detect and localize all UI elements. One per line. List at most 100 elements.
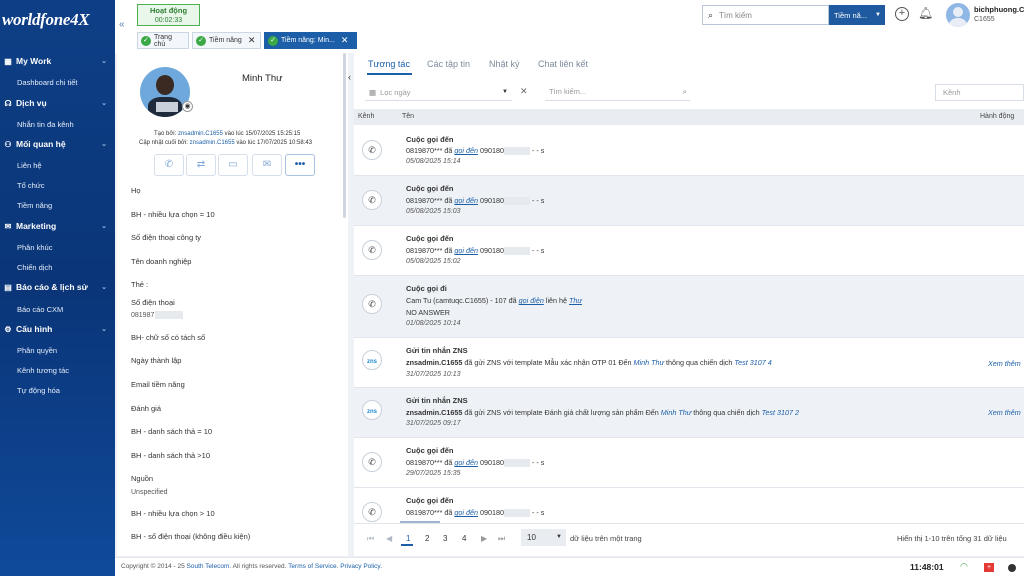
date-filter[interactable]: ▦ Lọc ngày ▼ — [365, 84, 512, 101]
incoming-call-icon: ✆ — [362, 190, 382, 210]
call-link[interactable]: gọi điện — [519, 296, 544, 305]
bell-icon[interactable]: 🔔︎ — [918, 6, 933, 20]
more-actions-button[interactable]: ••• — [285, 154, 315, 176]
nav-section-cau-hinh[interactable]: ⚙ Cấu hình ⌄ — [0, 320, 115, 338]
sidebar-item-phan-khuc[interactable]: Phân khúc — [17, 243, 52, 252]
transfer-button[interactable]: ⇄ — [186, 154, 216, 176]
chat-button[interactable]: ▭ — [218, 154, 248, 176]
table-row[interactable]: ✆ Cuộc gọi đến 0819870*** đã gọi đến 090… — [354, 176, 1024, 226]
sidebar-item-to-chuc[interactable]: Tổ chức — [17, 181, 45, 190]
campaign-link[interactable]: Test 3107 4 — [734, 358, 771, 367]
page-1[interactable]: 1 — [406, 534, 410, 543]
last-page-icon[interactable]: ⏭ — [498, 534, 505, 544]
phone-value-text: 081987 — [131, 311, 155, 319]
prev-page-icon[interactable]: ◀ — [386, 534, 392, 543]
nav-section-marketing[interactable]: ✉ Marketing ⌄ — [0, 217, 115, 235]
nav-section-my-work[interactable]: ▦ My Work ⌄ — [0, 52, 115, 70]
date-filter-placeholder: Lọc ngày — [380, 87, 411, 97]
column-header-name: Tên — [402, 113, 415, 120]
tab-nhat-ky[interactable]: Nhật ký — [489, 59, 520, 69]
table-row[interactable]: ✆ Cuộc gọi đi Cam Tu (camtuqc.C1655) - 1… — [354, 276, 1024, 338]
sidebar-item-lien-he[interactable]: Liên hệ — [17, 161, 42, 170]
source-value[interactable]: Unspecified — [131, 489, 168, 496]
terms-link[interactable]: Terms of Service — [288, 563, 336, 570]
masked-digits — [503, 147, 530, 156]
sidebar-item-phan-quyen[interactable]: Phân quyền — [17, 346, 57, 355]
camera-icon[interactable]: ◉ — [182, 101, 193, 112]
agent-status-badge[interactable]: Hoạt động 00:02:33 — [137, 4, 200, 26]
call-link[interactable]: gọi đến — [454, 508, 478, 517]
tab-tiem-nang-detail[interactable]: ✓ Tiềm năng: Min... ✕ — [264, 32, 357, 49]
phone-value[interactable]: 081987 — [131, 311, 184, 319]
incoming-call-icon: ✆ — [362, 452, 382, 472]
sidebar-item-tu-dong-hoa[interactable]: Tự động hóa — [17, 386, 60, 395]
collapse-panel-icon[interactable]: ‹ — [348, 72, 351, 82]
contact-link[interactable]: Minh Thư — [634, 358, 665, 367]
table-row[interactable]: ✆ Cuộc gọi đến 0819870*** đã gọi đến 090… — [354, 226, 1024, 276]
call-link[interactable]: gọi đến — [454, 246, 478, 255]
panel-scrollbar[interactable] — [343, 53, 346, 218]
channel-filter[interactable]: Kênh — [935, 84, 1024, 101]
table-row[interactable]: ✆ Cuộc gọi đến 0819870*** đã gọi đến 090… — [354, 488, 1024, 523]
record-icon[interactable] — [1008, 564, 1016, 572]
table-row[interactable]: zns Gửi tin nhắn ZNS znsadmin.C1655 đã g… — [354, 388, 1024, 438]
tab-chat-lien-ket[interactable]: Chat liên kết — [538, 59, 588, 69]
table-row[interactable]: ✆ Cuộc gọi đến 0819870*** đã gọi đến 090… — [354, 438, 1024, 488]
contact-link[interactable]: Minh Thư — [661, 408, 692, 417]
sidebar-item-tiem-nang[interactable]: Tiềm năng — [17, 201, 52, 210]
zns-icon: zns — [362, 400, 382, 420]
sidebar-item-bao-cao-cxm[interactable]: Báo cáo CXM — [17, 305, 63, 314]
alert-flag-icon[interactable]: + — [984, 563, 994, 572]
sidebar-item-kenh-tuong-tac[interactable]: Kênh tương tác — [17, 366, 69, 375]
table-row[interactable]: ✆ Cuộc gọi đến 0819870*** đã gọi đến 090… — [354, 126, 1024, 176]
privacy-link[interactable]: Privacy Policy — [340, 563, 380, 570]
company-link[interactable]: South Telecom — [187, 563, 230, 570]
close-icon[interactable]: ✕ — [248, 35, 256, 46]
clear-filter-icon[interactable]: ✕ — [520, 86, 528, 97]
tab-cac-tap-tin[interactable]: Các tập tin — [427, 59, 470, 69]
view-more-link[interactable]: Xem thêm — [988, 408, 1021, 417]
add-icon[interactable]: + — [895, 7, 909, 21]
nav-section-dich-vu[interactable]: ☊ Dịch vụ ⌄ — [0, 94, 115, 112]
global-search-input[interactable]: ⌕ Tìm kiếm — [702, 5, 829, 25]
chevron-down-icon: ⌄ — [101, 100, 107, 107]
close-icon[interactable]: ✕ — [341, 35, 349, 46]
view-more-link[interactable]: Xem thêm — [988, 359, 1021, 368]
user-id: C1655 — [974, 16, 995, 23]
user-name[interactable]: bichphuong.C1 — [974, 5, 1024, 14]
created-by-link[interactable]: znsadmin.C1655 — [178, 131, 223, 137]
sidebar-item-nhan-tin[interactable]: Nhắn tin đa kênh — [17, 120, 74, 129]
page-3[interactable]: 3 — [443, 534, 447, 543]
nav-section-bao-cao[interactable]: ▤ Báo cáo & lịch sử ⌄ — [0, 278, 115, 296]
tab-home[interactable]: ✓ Trang chủ — [137, 32, 189, 49]
search-scope-select[interactable]: Tiềm nă... ▼ — [829, 5, 885, 25]
campaign-link[interactable]: Test 3107 2 — [762, 408, 799, 417]
caret-down-icon: ▼ — [875, 12, 881, 18]
sender-name: znsadmin.C1655 — [406, 358, 463, 367]
field-label: Tên doanh nghiệp — [131, 257, 192, 266]
next-page-icon[interactable]: ▶ — [481, 534, 487, 543]
sidebar-item-chien-dich[interactable]: Chiến dịch — [17, 263, 52, 272]
nav-section-moi-quan-he[interactable]: ⚇ Mối quan hệ ⌄ — [0, 135, 115, 153]
call-link[interactable]: gọi đến — [454, 196, 478, 205]
updated-by-link[interactable]: znsadmin.C1655 — [190, 140, 235, 146]
row-detail: 0819870*** đã gọi đến 090180 - - s — [406, 458, 544, 468]
call-link[interactable]: gọi đến — [454, 458, 478, 467]
first-page-icon[interactable]: ⏮ — [367, 534, 374, 544]
call-button[interactable]: ✆ — [154, 154, 184, 176]
page-size-select[interactable]: 10 ▼ — [521, 529, 566, 546]
page-4[interactable]: 4 — [462, 534, 466, 543]
tab-tuong-tac[interactable]: Tương tác — [368, 59, 410, 69]
interaction-search-input[interactable]: Tìm kiếm... ⌕ — [545, 84, 690, 101]
page-2[interactable]: 2 — [425, 534, 429, 543]
collapse-sidebar-icon[interactable]: « — [119, 19, 125, 30]
email-button[interactable]: ✉ — [252, 154, 282, 176]
active-tab-indicator — [367, 73, 412, 75]
call-link[interactable]: gọi đến — [454, 146, 478, 155]
table-row[interactable]: zns Gửi tin nhắn ZNS znsadmin.C1655 đã g… — [354, 338, 1024, 388]
row-text: 090180 — [477, 508, 504, 517]
sidebar-item-dashboard[interactable]: Dashboard chi tiết — [17, 78, 77, 87]
user-avatar[interactable] — [946, 3, 970, 27]
tab-tiem-nang[interactable]: ✓ Tiềm năng ✕ — [192, 32, 261, 49]
contact-link[interactable]: Thư — [569, 296, 582, 305]
